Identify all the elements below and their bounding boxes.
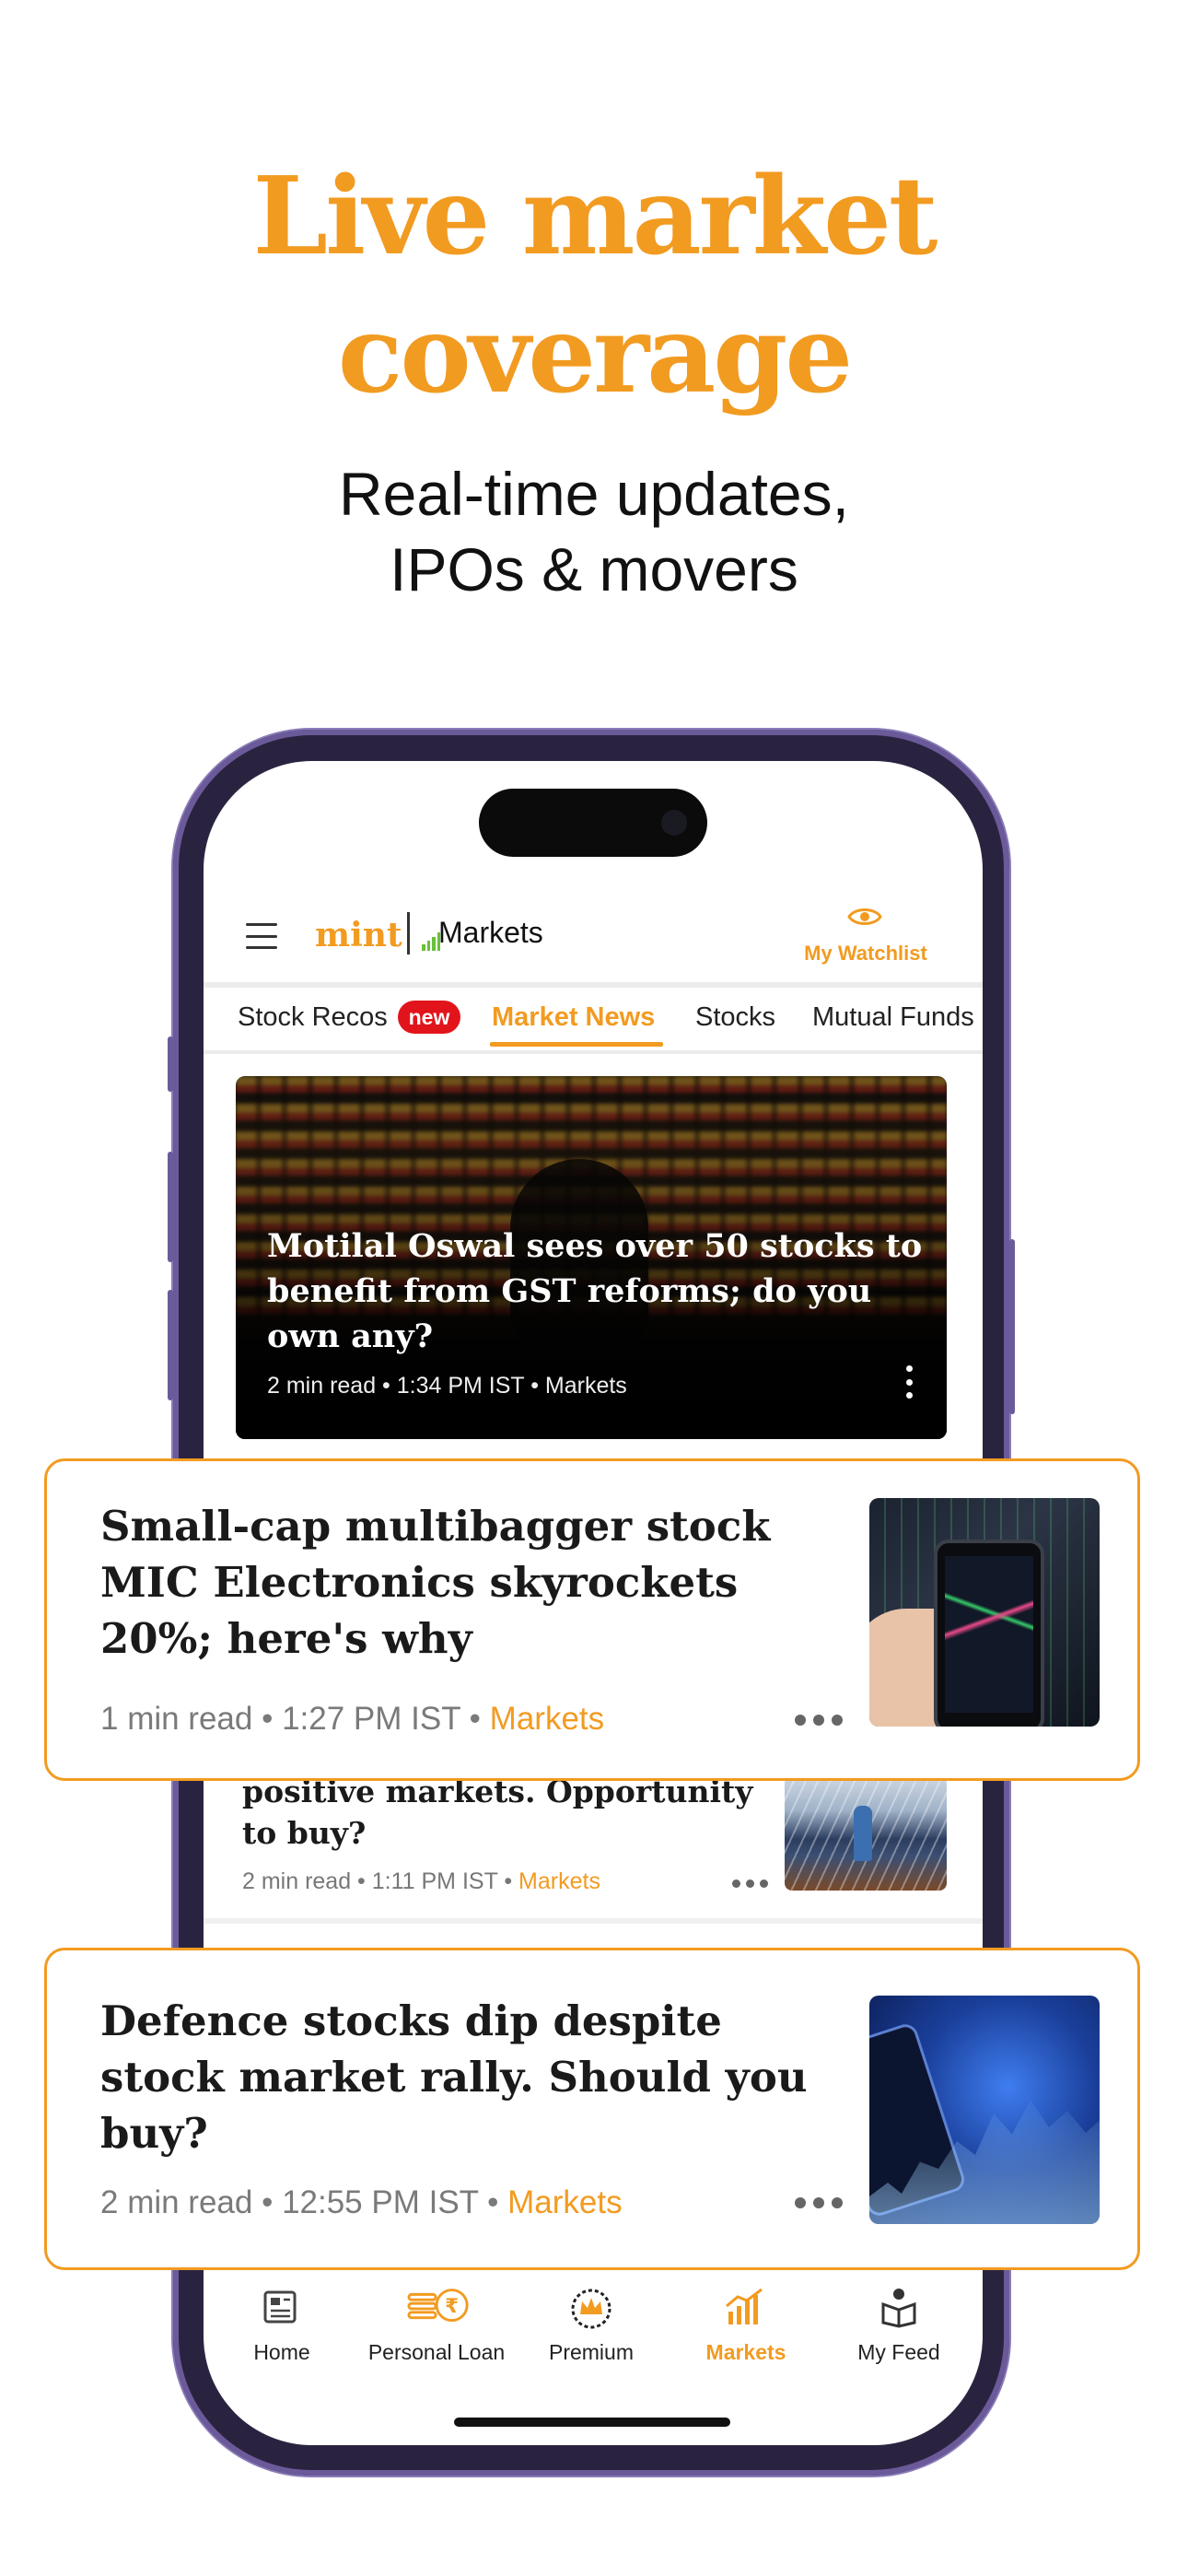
article-meta: 2 min read • 1:11 PM IST • Markets <box>242 1868 600 1895</box>
phone-side-button <box>168 1036 173 1092</box>
card2-read-time: 2 min read • 12:55 PM IST • <box>100 2184 499 2220</box>
active-tab-indicator <box>490 1042 663 1047</box>
new-badge: new <box>398 1001 460 1034</box>
featured-headline[interactable]: Motilal Oswal sees over 50 stocks to ben… <box>267 1224 930 1359</box>
article-more-icon[interactable] <box>732 1879 768 1888</box>
tab-stock-recos[interactable]: Stock Recos <box>238 1002 388 1033</box>
card2-meta: 2 min read • 12:55 PM IST • Markets <box>100 2184 623 2221</box>
hero-title-line1: Live market <box>252 154 938 279</box>
list-divider <box>204 1918 983 1924</box>
markets-bars-icon <box>422 932 440 951</box>
article-read-time: 2 min read • 1:11 PM IST • <box>242 1868 513 1894</box>
tab-mutual-funds[interactable]: Mutual Funds <box>812 1002 978 1033</box>
eye-icon[interactable] <box>847 905 882 929</box>
hero-subtitle-line1: Real-time updates, <box>339 460 849 528</box>
article-headline[interactable]: positive markets. Opportunity to buy? <box>242 1771 758 1854</box>
newspaper-icon[interactable] <box>254 2283 309 2331</box>
card1-meta: 1 min read • 1:27 PM IST • Markets <box>100 1701 604 1738</box>
highlight-card-1[interactable]: Small-cap multibagger stock MIC Electron… <box>44 1458 1140 1781</box>
mint-logo[interactable]: mint <box>315 916 402 954</box>
crown-icon[interactable] <box>564 2283 619 2331</box>
phone-volume-up <box>168 1152 173 1262</box>
featured-more-icon[interactable] <box>906 1365 914 1399</box>
solar-panel-thumbnail[interactable] <box>785 1776 947 1891</box>
header-divider <box>204 982 983 988</box>
stock-phone-thumbnail[interactable] <box>869 1498 1100 1727</box>
featured-category[interactable]: Markets <box>545 1373 627 1399</box>
market-chart-thumbnail[interactable] <box>869 1996 1100 2224</box>
card1-headline[interactable]: Small-cap multibagger stock MIC Electron… <box>100 1498 856 1667</box>
tab-stocks[interactable]: Stocks <box>695 1002 775 1033</box>
card1-read-time: 1 min read • 1:27 PM IST • <box>100 1701 481 1737</box>
camera-icon <box>661 810 687 836</box>
featured-meta: 2 min read • 1:34 PM IST • Markets <box>267 1373 627 1399</box>
home-indicator[interactable] <box>454 2418 730 2427</box>
watchlist-button[interactable]: My Watchlist <box>801 942 930 966</box>
tab-market-news[interactable]: Market News <box>492 1002 655 1033</box>
phone-power-button <box>1009 1239 1015 1414</box>
bar-chart-icon[interactable] <box>718 2283 774 2331</box>
highlight-card-2[interactable]: Defence stocks dip despite stock market … <box>44 1948 1140 2270</box>
featured-read-time: 2 min read • 1:34 PM IST • <box>267 1373 539 1399</box>
rupee-coins-icon[interactable]: ₹ <box>407 2283 472 2331</box>
card1-category[interactable]: Markets <box>490 1701 604 1737</box>
svg-text:₹: ₹ <box>445 2295 459 2318</box>
phone-volume-down <box>168 1290 173 1400</box>
hamburger-menu-icon[interactable] <box>246 923 277 949</box>
hero-subtitle-line2: IPOs & movers <box>390 535 798 603</box>
nav-my-feed[interactable]: My Feed <box>807 2340 991 2365</box>
card2-more-icon[interactable] <box>795 2197 843 2208</box>
app-store-screenshot: Live market coverage Real-time updates, … <box>0 0 1188 2576</box>
section-title: Markets <box>438 916 543 949</box>
hero-title-line2: coverage <box>337 292 853 417</box>
hero-title: Live market coverage <box>0 147 1188 424</box>
hero-subtitle: Real-time updates, IPOs & movers <box>0 456 1188 607</box>
tabs-divider <box>204 1050 983 1054</box>
card2-category[interactable]: Markets <box>507 2184 622 2220</box>
article-category[interactable]: Markets <box>518 1868 600 1894</box>
card2-headline[interactable]: Defence stocks dip despite stock market … <box>100 1993 856 2161</box>
card1-more-icon[interactable] <box>795 1715 843 1726</box>
logo-divider <box>407 912 410 954</box>
reader-icon[interactable] <box>871 2283 926 2331</box>
